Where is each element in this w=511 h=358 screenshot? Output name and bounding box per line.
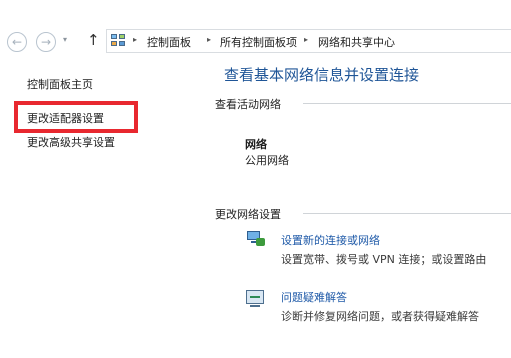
- breadcrumb-separator-icon[interactable]: ▸: [207, 35, 211, 44]
- network-type: 公用网络: [245, 154, 289, 167]
- control-panel-icon: [111, 34, 127, 48]
- back-arrow-icon: ←: [11, 35, 23, 49]
- setup-connection-description: 设置宽带、拨号或 VPN 连接；或设置路由: [281, 253, 487, 266]
- troubleshoot-link[interactable]: 问题疑难解答: [281, 289, 347, 305]
- sidebar-link-control-panel-home[interactable]: 控制面板主页: [27, 76, 93, 92]
- breadcrumb-control-panel[interactable]: 控制面板: [147, 34, 191, 50]
- sidebar: 控制面板主页 更改适配器设置 更改高级共享设置: [0, 57, 200, 358]
- troubleshoot-description: 诊断并修复网络问题，或者获得疑难解答: [281, 310, 479, 323]
- change-settings-heading: 更改网络设置: [215, 208, 281, 221]
- section-divider: [303, 103, 511, 104]
- section-divider: [303, 213, 511, 214]
- troubleshoot-icon: [245, 289, 267, 309]
- main-content: 查看基本网络信息并设置连接 查看活动网络 网络 公用网络 更改网络设置 设置新的…: [215, 57, 511, 358]
- setup-connection-link[interactable]: 设置新的连接或网络: [281, 232, 380, 248]
- sidebar-link-advanced-sharing-settings[interactable]: 更改高级共享设置: [27, 134, 115, 150]
- up-arrow-icon[interactable]: ↑: [87, 31, 100, 49]
- address-bar[interactable]: ▸ 控制面板 ▸ 所有控制面板项 ▸ 网络和共享中心: [106, 29, 511, 53]
- breadcrumb-network-sharing-center[interactable]: 网络和共享中心: [318, 34, 395, 50]
- breadcrumb-all-items[interactable]: 所有控制面板项: [220, 34, 297, 50]
- breadcrumb-separator-icon[interactable]: ▸: [133, 35, 137, 44]
- breadcrumb-separator-icon[interactable]: ▸: [304, 35, 308, 44]
- active-networks-heading: 查看活动网络: [215, 98, 281, 111]
- sidebar-link-change-adapter-settings[interactable]: 更改适配器设置: [27, 110, 104, 126]
- forward-button[interactable]: →: [36, 32, 56, 52]
- navigation-bar: ← → ▾ ↑ ▸ 控制面板 ▸ 所有控制面板项 ▸ 网络和共享中心: [0, 27, 511, 57]
- recent-locations-dropdown-icon[interactable]: ▾: [63, 35, 67, 44]
- forward-arrow-icon: →: [40, 35, 52, 49]
- network-name: 网络: [245, 138, 267, 151]
- back-button[interactable]: ←: [7, 32, 27, 52]
- window-title-bar: [0, 0, 511, 26]
- page-title: 查看基本网络信息并设置连接: [224, 66, 420, 84]
- network-setup-icon: [245, 229, 267, 249]
